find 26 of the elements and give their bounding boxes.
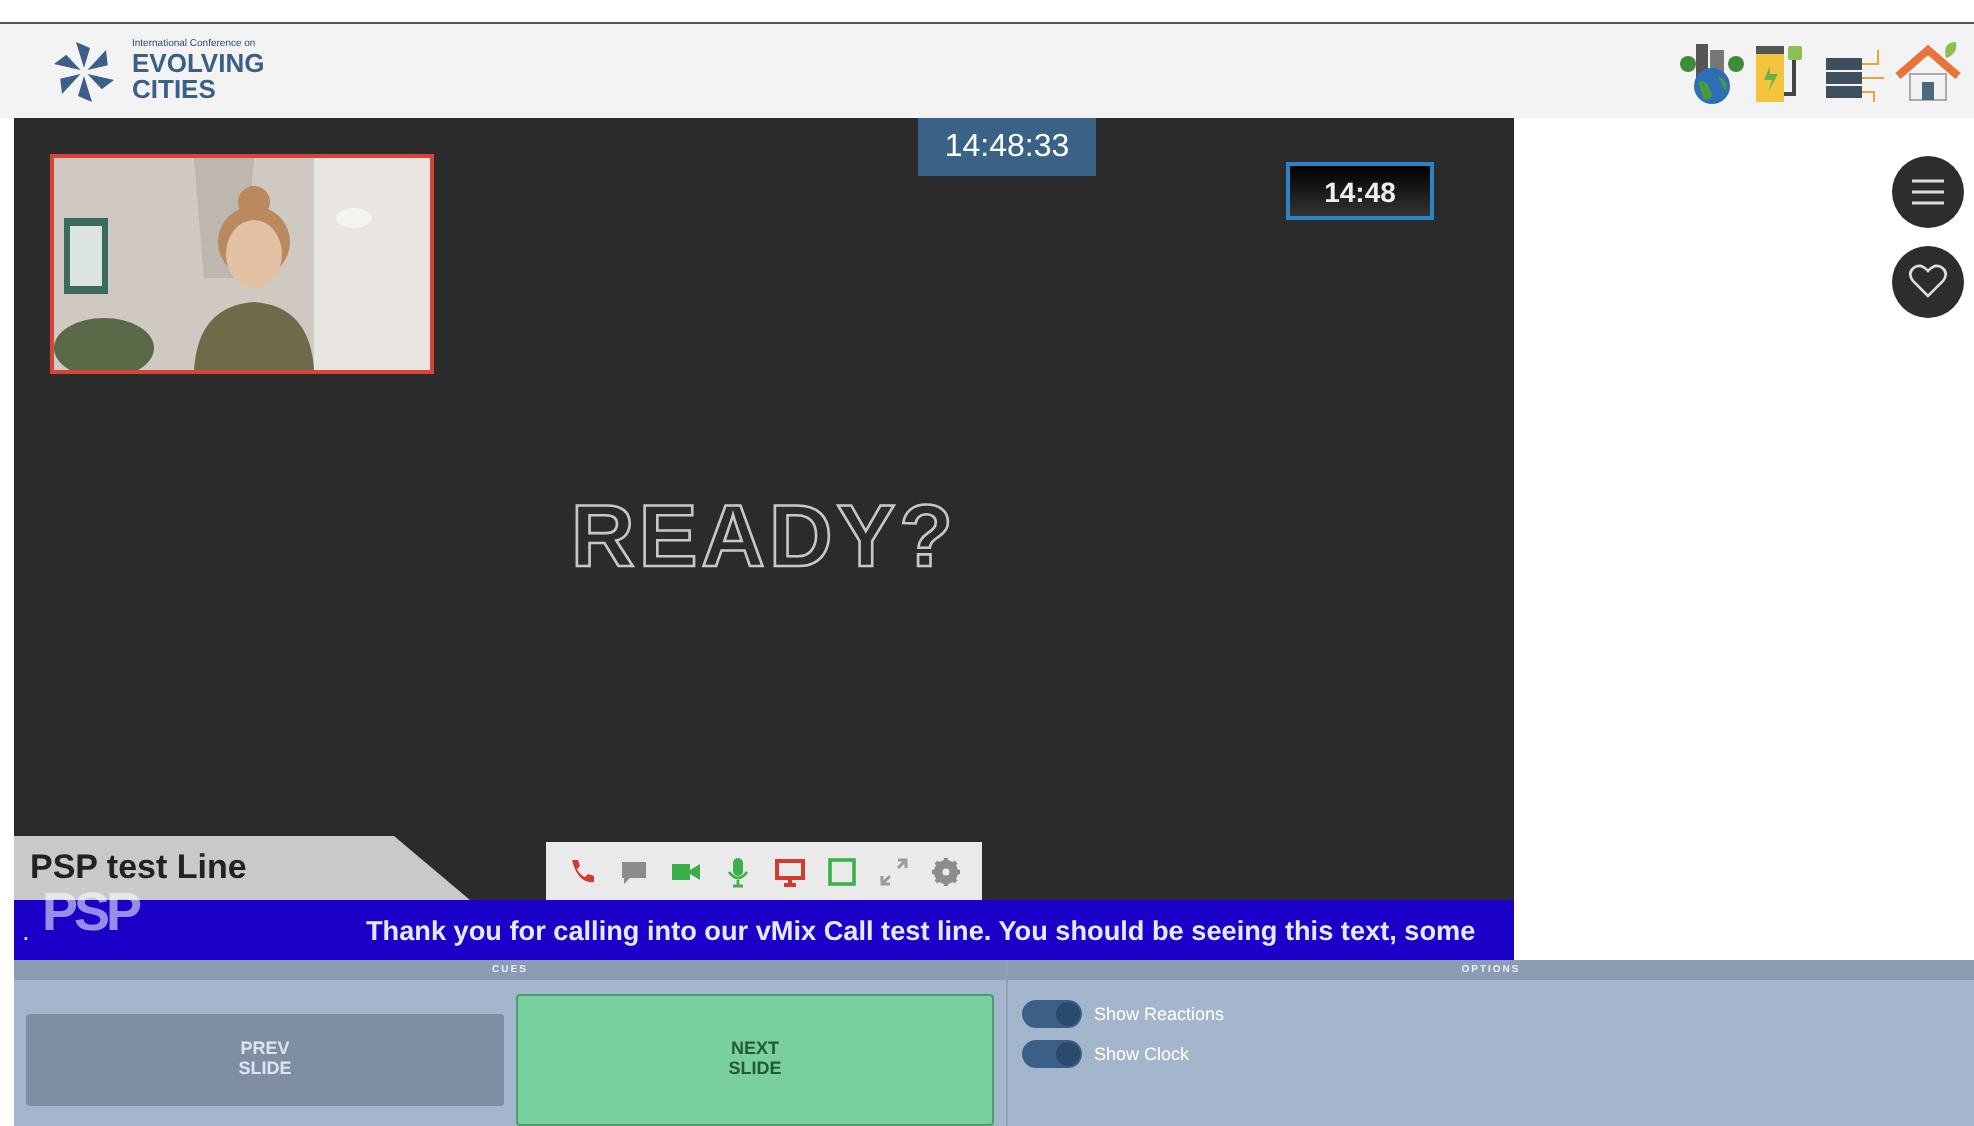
logo-title: CITIES (132, 76, 218, 102)
overlay-logo: PSP (42, 882, 139, 944)
toggle-label: Show Clock (1094, 1044, 1190, 1064)
toggle-label: Show Reactions (1094, 1004, 1225, 1024)
toggle-switch[interactable] (1022, 1000, 1082, 1028)
menu-button[interactable] (1892, 156, 1964, 228)
house-icon (1894, 37, 1962, 105)
square-icon[interactable] (826, 855, 858, 887)
microphone-icon[interactable] (722, 855, 754, 887)
settings-icon[interactable] (930, 855, 962, 887)
clock: 14:48:33 (918, 118, 1096, 176)
clock: 14:48 (1286, 162, 1434, 220)
toggle-switch[interactable] (1022, 1040, 1082, 1068)
ticker-text: Thank you for calling into our vMix Call test line. You should be seeing this text, some (366, 915, 1476, 945)
slide-button[interactable]: PREV SLIDE (26, 1014, 504, 1106)
like-button[interactable] (1892, 246, 1964, 318)
ticker-text: . (22, 914, 32, 946)
caller-name: PSP test Line (30, 848, 247, 888)
menu-icon (1910, 178, 1946, 206)
logo-title: EVOLVING (132, 50, 265, 76)
title-text: READY? (569, 488, 959, 588)
phone-icon[interactable] (566, 855, 598, 887)
monitor-icon[interactable] (774, 855, 806, 887)
heart-icon (1908, 264, 1948, 300)
expand-icon[interactable] (878, 855, 910, 887)
slide-button[interactable]: NEXT SLIDE (516, 994, 994, 1126)
